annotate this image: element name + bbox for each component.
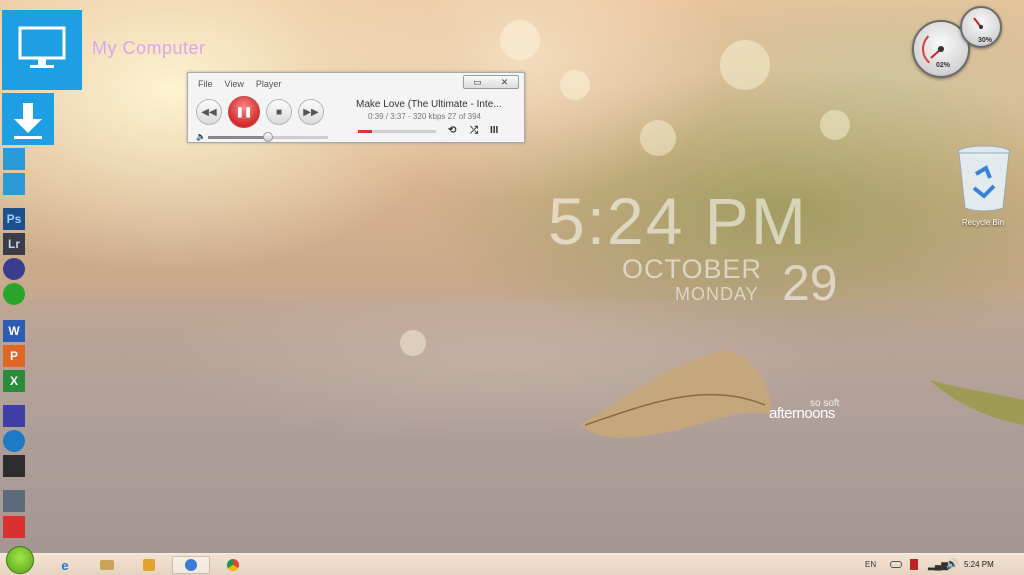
road-background: [0, 300, 1024, 555]
stop-button[interactable]: ■: [266, 99, 292, 125]
desktop-clock-time: 5:24 PM: [548, 184, 808, 258]
bokeh-light: [820, 110, 850, 140]
rewind-icon: ◀◀: [201, 106, 217, 118]
close-button[interactable]: ✕: [491, 76, 518, 88]
shield-icon[interactable]: [3, 455, 25, 477]
track-title: Make Love (The Ultimate - Inte...: [356, 99, 502, 110]
my-computer-tile[interactable]: [2, 10, 82, 90]
bokeh-light: [640, 120, 676, 156]
bokeh-light: [560, 70, 590, 100]
pause-icon: ❚❚: [235, 106, 253, 118]
monitor-icon: [18, 26, 66, 68]
explorer-icon: [100, 560, 114, 570]
ram-label: 30%: [978, 37, 993, 44]
bokeh-light: [400, 330, 426, 356]
speaker-icon[interactable]: 🔊: [946, 559, 958, 570]
taskbar-ie-button[interactable]: e: [46, 556, 84, 574]
leaf-image: [930, 380, 1024, 425]
volume-slider[interactable]: [208, 132, 328, 142]
media-player-window[interactable]: File View Player ▭ ✕ ◀◀ ❚❚ ■ ▶▶ Make Lov…: [187, 72, 525, 143]
desktop-clock-date: 29: [782, 255, 838, 311]
menu-file[interactable]: File: [198, 79, 213, 89]
media-reel-icon[interactable]: [3, 283, 25, 305]
shuffle-icon[interactable]: ⤮: [470, 125, 478, 136]
excel-icon[interactable]: X: [3, 370, 25, 392]
trash-icon[interactable]: [3, 516, 25, 538]
menu-player[interactable]: Player: [256, 79, 282, 89]
player-menu-bar: File View Player: [198, 79, 281, 89]
settings-wheel-icon[interactable]: [3, 430, 25, 452]
taskbar-player-button[interactable]: [172, 556, 210, 574]
fast-forward-icon: ▶▶: [303, 106, 319, 118]
volume-knob[interactable]: [263, 132, 273, 142]
equalizer-icon[interactable]: III: [490, 125, 498, 136]
taskbar-chrome-button[interactable]: [214, 556, 252, 574]
pause-button[interactable]: ❚❚: [228, 96, 260, 128]
download-icon: [14, 103, 42, 139]
word-icon[interactable]: W: [3, 320, 25, 342]
repeat-icon[interactable]: ⟲: [448, 125, 456, 136]
ie-icon: e: [61, 557, 69, 573]
taskbar: e EN ▂▄▆ 🔊 5:24 PM: [0, 546, 1024, 575]
recycle-bin-icon[interactable]: [956, 144, 1012, 212]
my-computer-label: My Computer: [92, 38, 206, 58]
toggle-icon[interactable]: [890, 561, 902, 568]
disc-burner-icon[interactable]: [3, 258, 25, 280]
volume-icon: 🔈: [196, 132, 206, 141]
photoshop-icon[interactable]: Ps: [3, 208, 25, 230]
menu-view[interactable]: View: [225, 79, 244, 89]
taskbar-media-button[interactable]: [130, 556, 168, 574]
lightroom-icon[interactable]: Lr: [3, 233, 25, 255]
watermark-text: afternoons: [769, 405, 835, 422]
bokeh-light: [720, 40, 770, 90]
desktop-clock-month: OCTOBER: [622, 254, 763, 284]
chrome-icon: [227, 559, 239, 571]
recycle-bin-label: Recycle Bin: [961, 218, 1005, 227]
bokeh-light: [500, 20, 540, 60]
powerpoint-icon[interactable]: P: [3, 345, 25, 367]
next-button[interactable]: ▶▶: [298, 99, 324, 125]
stop-icon: ■: [275, 106, 283, 118]
media-icon: [143, 559, 155, 571]
previous-button[interactable]: ◀◀: [196, 99, 222, 125]
folder-icon[interactable]: [3, 173, 25, 195]
cpu-label: 02%: [936, 62, 951, 69]
language-indicator[interactable]: EN: [865, 560, 876, 569]
start-button[interactable]: [6, 546, 34, 574]
flag-icon[interactable]: [910, 559, 918, 570]
paint-icon[interactable]: [3, 405, 25, 427]
window-buttons: ▭ ✕: [463, 75, 519, 89]
seek-progress: [358, 130, 373, 133]
player-icon: [185, 559, 197, 571]
taskbar-clock[interactable]: 5:24 PM: [964, 560, 994, 569]
volume-level: [208, 136, 268, 139]
folder-icon[interactable]: [3, 148, 25, 170]
minimize-button[interactable]: ▭: [464, 76, 491, 88]
ram-gauge: 30%: [960, 6, 1002, 48]
seek-bar[interactable]: [358, 130, 436, 133]
taskbar-explorer-button[interactable]: [88, 556, 126, 574]
leaf-image: [580, 350, 771, 439]
tools-icon[interactable]: [3, 490, 25, 512]
track-info: 0:39 / 3:37 - 320 kbps 27 of 394: [368, 112, 481, 121]
download-tile[interactable]: [2, 93, 54, 145]
desktop-clock-weekday: MONDAY: [675, 284, 759, 304]
